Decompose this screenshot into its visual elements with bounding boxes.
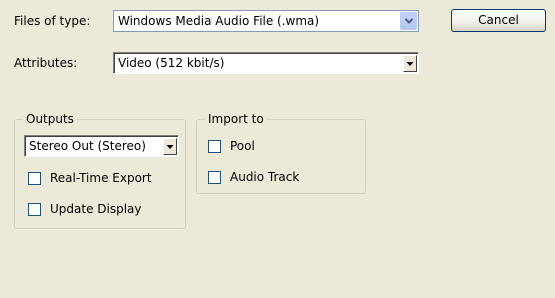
files-of-type-dropdown-button[interactable] bbox=[400, 12, 417, 30]
files-of-type-select[interactable]: Windows Media Audio File (.wma) bbox=[113, 10, 419, 32]
import-to-group-title: Import to bbox=[205, 112, 267, 126]
realtime-export-label: Real-Time Export bbox=[50, 171, 152, 185]
outputs-group-title: Outputs bbox=[23, 112, 77, 126]
audio-track-checkbox[interactable] bbox=[208, 171, 221, 184]
attributes-label: Attributes: bbox=[14, 56, 78, 70]
outputs-select[interactable]: Stereo Out (Stereo) bbox=[24, 135, 179, 157]
pool-label: Pool bbox=[230, 139, 255, 153]
update-display-checkbox[interactable] bbox=[28, 203, 41, 216]
realtime-export-checkbox[interactable] bbox=[28, 172, 41, 185]
audio-track-label: Audio Track bbox=[230, 170, 300, 184]
attributes-select[interactable]: Video (512 kbit/s) bbox=[113, 52, 419, 74]
pool-checkbox[interactable] bbox=[208, 140, 221, 153]
triangle-down-icon bbox=[406, 61, 414, 66]
files-of-type-label: Files of type: bbox=[14, 14, 91, 28]
chevron-down-icon bbox=[404, 18, 413, 24]
files-of-type-value: Windows Media Audio File (.wma) bbox=[118, 14, 320, 28]
outputs-dropdown-button[interactable] bbox=[163, 138, 177, 155]
outputs-select-value: Stereo Out (Stereo) bbox=[29, 139, 146, 153]
attributes-dropdown-button[interactable] bbox=[403, 55, 417, 72]
cancel-button[interactable]: Cancel bbox=[451, 9, 546, 32]
update-display-label: Update Display bbox=[50, 202, 142, 216]
triangle-down-icon bbox=[166, 144, 174, 149]
attributes-value: Video (512 kbit/s) bbox=[118, 56, 225, 70]
